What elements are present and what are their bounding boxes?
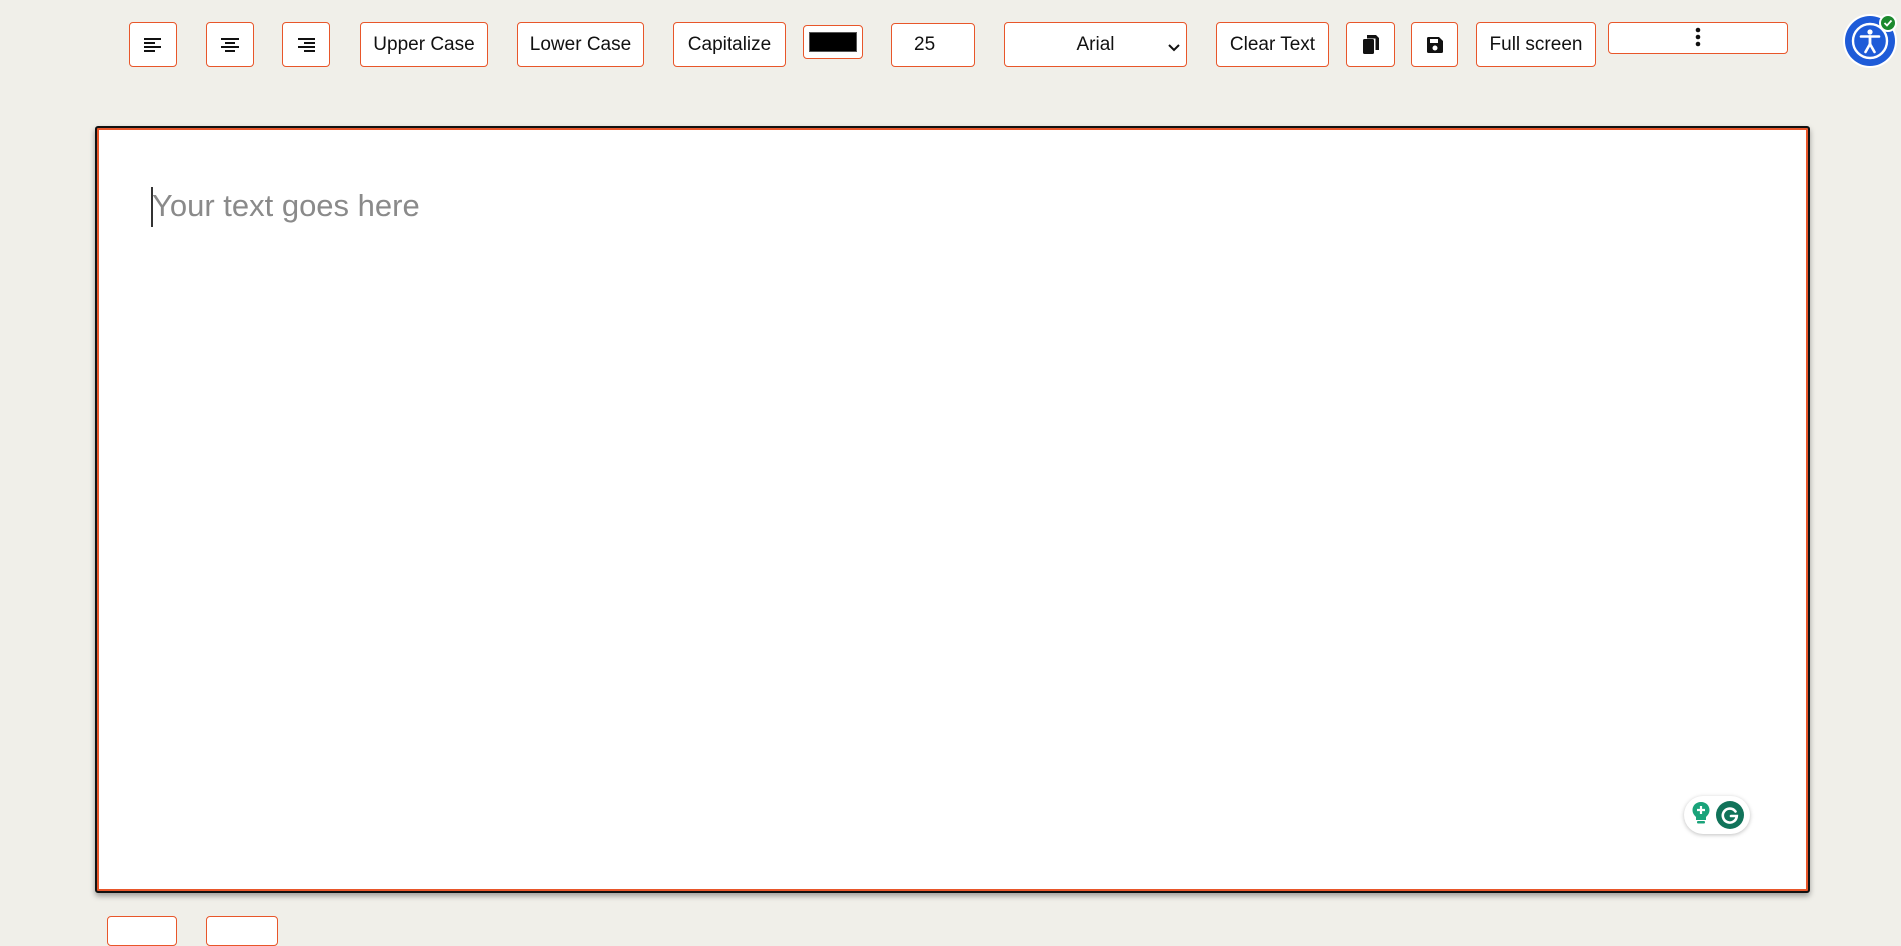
toolbar: Upper Case Lower Case Capitalize Arial C…: [0, 0, 1901, 90]
lower-case-button[interactable]: Lower Case: [517, 22, 644, 67]
editor-placeholder: Your text goes here: [152, 188, 420, 223]
copy-icon: [1362, 35, 1379, 54]
align-center-button[interactable]: [206, 22, 254, 67]
grammarly-icon[interactable]: [1715, 801, 1744, 829]
bottom-button-1[interactable]: [107, 916, 177, 946]
font-family-selected-value: Arial: [1076, 33, 1115, 55]
align-left-button[interactable]: [129, 22, 177, 67]
align-right-icon: [297, 37, 315, 53]
text-color-picker[interactable]: [803, 25, 863, 59]
text-editor[interactable]: Your text goes here: [99, 130, 1806, 889]
check-icon: [1879, 14, 1897, 32]
accessibility-widget-button[interactable]: [1843, 14, 1897, 68]
save-button[interactable]: [1411, 22, 1458, 67]
align-left-icon: [144, 37, 162, 53]
chevron-down-icon: [1168, 37, 1180, 59]
capitalize-button[interactable]: Capitalize: [673, 22, 786, 67]
align-center-icon: [221, 37, 239, 53]
font-size-input[interactable]: [891, 23, 975, 67]
more-options-button[interactable]: [1608, 22, 1788, 54]
grammarly-widget[interactable]: [1684, 796, 1750, 834]
clear-text-button[interactable]: Clear Text: [1216, 22, 1329, 67]
save-icon: [1426, 36, 1443, 53]
vertical-dots-icon: [1695, 27, 1701, 50]
lightbulb-icon[interactable]: [1691, 801, 1711, 830]
text-color-swatch: [809, 32, 857, 52]
full-screen-button[interactable]: Full screen: [1476, 22, 1596, 67]
bottom-button-2[interactable]: [206, 916, 278, 946]
align-right-button[interactable]: [282, 22, 330, 67]
copy-button[interactable]: [1346, 22, 1395, 67]
upper-case-button[interactable]: Upper Case: [360, 22, 488, 67]
text-editor-frame: Your text goes here: [95, 126, 1810, 893]
font-family-select[interactable]: Arial: [1004, 22, 1187, 67]
